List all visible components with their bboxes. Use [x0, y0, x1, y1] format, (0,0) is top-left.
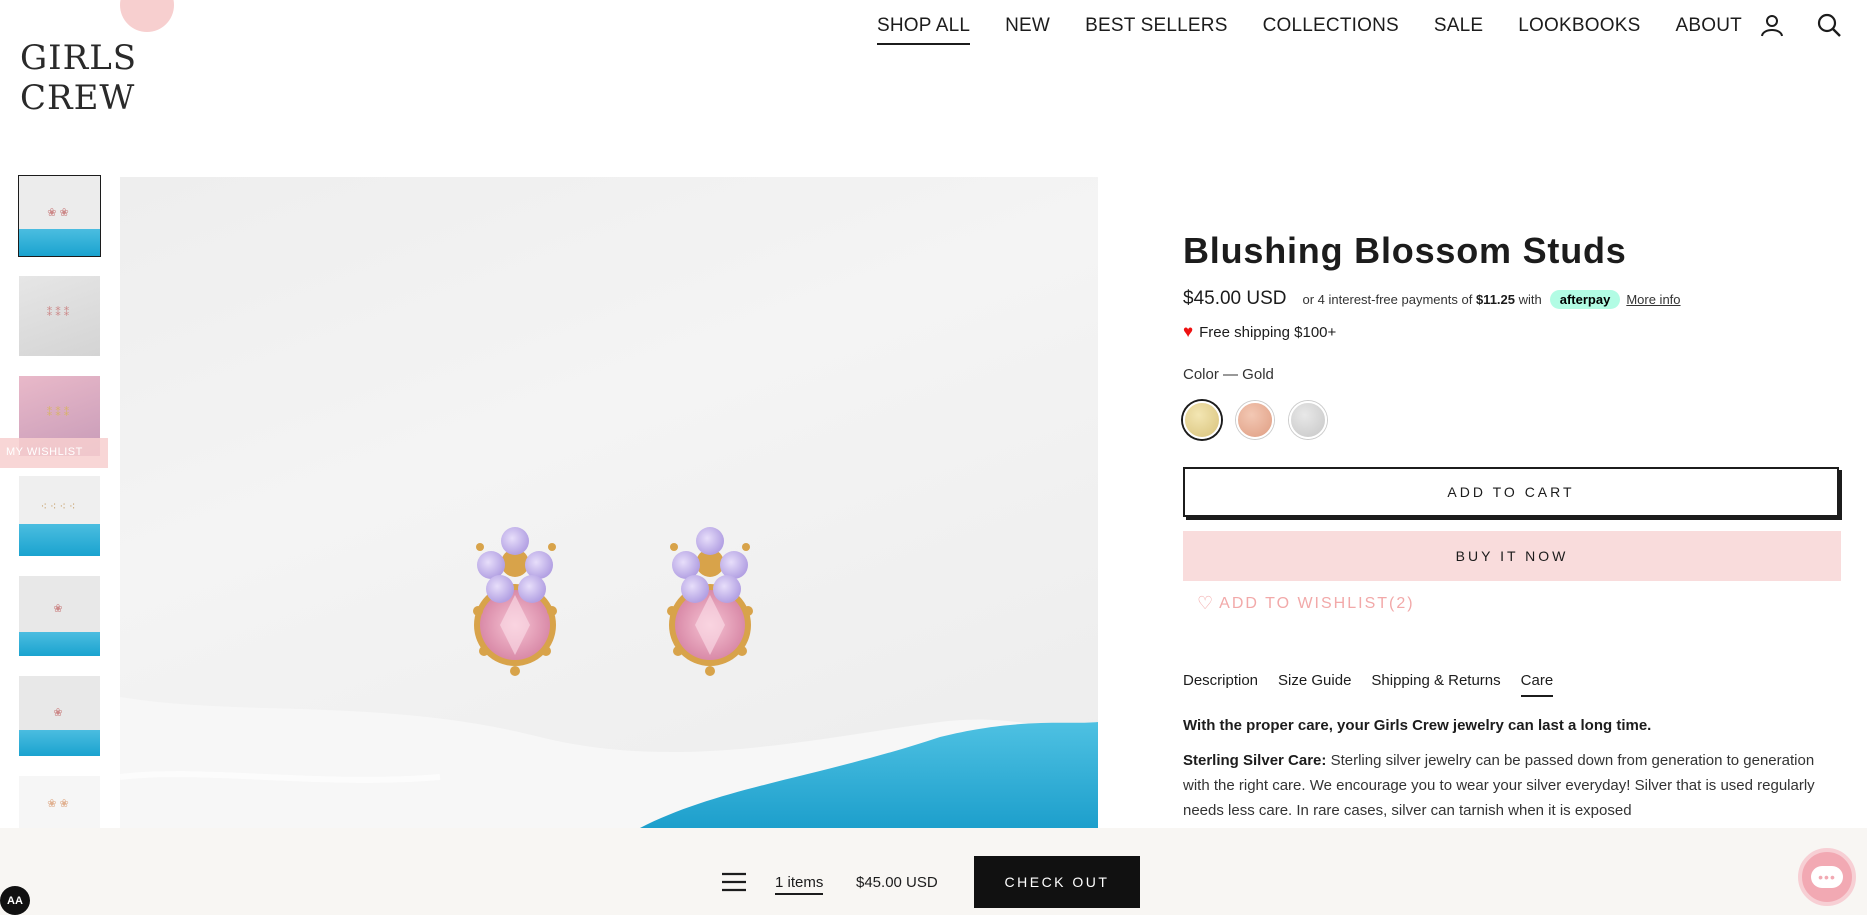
afterpay-text: or 4 interest-free payments of $11.25 wi… [1303, 292, 1542, 307]
nav-item-lookbooks[interactable]: LOOKBOOKS [1518, 15, 1640, 45]
buy-now-button[interactable]: BUY IT NOW [1183, 531, 1841, 581]
account-icon[interactable] [1759, 12, 1785, 38]
main-product-image[interactable] [120, 177, 1098, 828]
nav-item-best-sellers[interactable]: BEST SELLERS [1085, 15, 1228, 45]
site-header: GIRLS CREW SHOP ALL NEW BEST SELLERS COL… [0, 0, 1867, 118]
chat-button[interactable]: ••• [1798, 848, 1856, 906]
wishlist-count: (2) [1389, 594, 1415, 612]
earrings-photo [120, 527, 1098, 828]
nav-item-sale[interactable]: SALE [1434, 15, 1483, 45]
wishlist-side-tab[interactable]: MY WISHLIST [0, 438, 108, 468]
cart-items-count[interactable]: 1 items [775, 874, 824, 895]
afterpay-with: with [1518, 291, 1542, 307]
product-info: Blushing Blossom Studs $45.00 USD or 4 i… [1183, 230, 1843, 823]
right-earring [667, 527, 753, 676]
tab-shipping-returns[interactable]: Shipping & Returns [1371, 672, 1500, 697]
color-label: Color — Gold [1183, 366, 1274, 383]
accessibility-button[interactable]: AA [0, 886, 30, 915]
price-row: $45.00 USD or 4 interest-free payments o… [1183, 288, 1843, 310]
heart-icon: ♥ [1183, 322, 1194, 341]
tab-care[interactable]: Care [1520, 672, 1554, 697]
add-to-wishlist-button[interactable]: ♡ ADD TO WISHLIST (2) [1197, 593, 1843, 614]
nav-item-about[interactable]: ABOUT [1675, 15, 1741, 45]
shipping-text: Free shipping $100+ [1199, 323, 1337, 341]
menu-icon[interactable] [722, 872, 746, 892]
search-icon[interactable] [1816, 12, 1842, 38]
care-lead: With the proper care, your Girls Crew je… [1183, 717, 1652, 734]
add-to-cart-button[interactable]: ADD TO CART [1183, 467, 1839, 517]
thumbnail-list: ❀❀ ⁑⁑⁑ ⁑⁑⁑ ⁖⁖⁖⁖ ❀ ❀ ❀❀ [18, 175, 101, 848]
nav-item-shop-all[interactable]: SHOP ALL [877, 15, 971, 45]
logo-text: GIRLS CREW [20, 38, 138, 118]
nav-item-new[interactable]: NEW [1005, 15, 1050, 45]
color-swatches [1183, 401, 1843, 439]
swatch-gold[interactable] [1183, 401, 1221, 439]
main-nav: SHOP ALL NEW BEST SELLERS COLLECTIONS SA… [877, 10, 1777, 50]
chat-icon: ••• [1811, 866, 1843, 888]
more-info-link[interactable]: More info [1626, 292, 1680, 307]
swatch-silver[interactable] [1289, 401, 1327, 439]
thumbnail-4[interactable]: ⁖⁖⁖⁖ [19, 476, 100, 556]
thumbnail-2[interactable]: ⁑⁑⁑ [19, 276, 100, 356]
product-tabs: Description Size Guide Shipping & Return… [1183, 672, 1843, 697]
cart-total: $45.00 USD [856, 874, 938, 891]
nav-item-collections[interactable]: COLLECTIONS [1263, 15, 1399, 45]
wishlist-label: ADD TO WISHLIST [1219, 594, 1390, 612]
product-title: Blushing Blossom Studs [1183, 230, 1627, 271]
thumbnail-5[interactable]: ❀ [19, 576, 100, 656]
tab-description[interactable]: Description [1183, 672, 1258, 697]
product-price: $45.00 USD [1183, 288, 1287, 309]
thumbnail-7[interactable]: ❀❀ [19, 776, 100, 828]
logo[interactable]: GIRLS CREW [20, 0, 240, 118]
left-earring [473, 527, 557, 676]
tab-size-guide[interactable]: Size Guide [1278, 672, 1351, 697]
thumbnail-1[interactable]: ❀❀ [18, 175, 101, 257]
afterpay-amount: $11.25 [1475, 291, 1515, 307]
care-body: Sterling Silver Care: Sterling silver je… [1183, 748, 1843, 823]
afterpay-prefix: or 4 interest-free payments of [1302, 291, 1473, 307]
logo-mark [120, 0, 174, 32]
checkout-button[interactable]: CHECK OUT [974, 856, 1140, 908]
sterling-label: Sterling Silver Care: [1183, 752, 1327, 769]
cart-bar: 1 items $45.00 USD CHECK OUT [0, 828, 1867, 915]
afterpay-badge: afterpay [1549, 289, 1621, 309]
free-shipping-note: ♥ Free shipping $100+ [1183, 322, 1843, 342]
swatch-rose-gold[interactable] [1236, 401, 1274, 439]
thumbnail-6[interactable]: ❀ [19, 676, 100, 756]
heart-outline-icon: ♡ [1197, 593, 1216, 613]
